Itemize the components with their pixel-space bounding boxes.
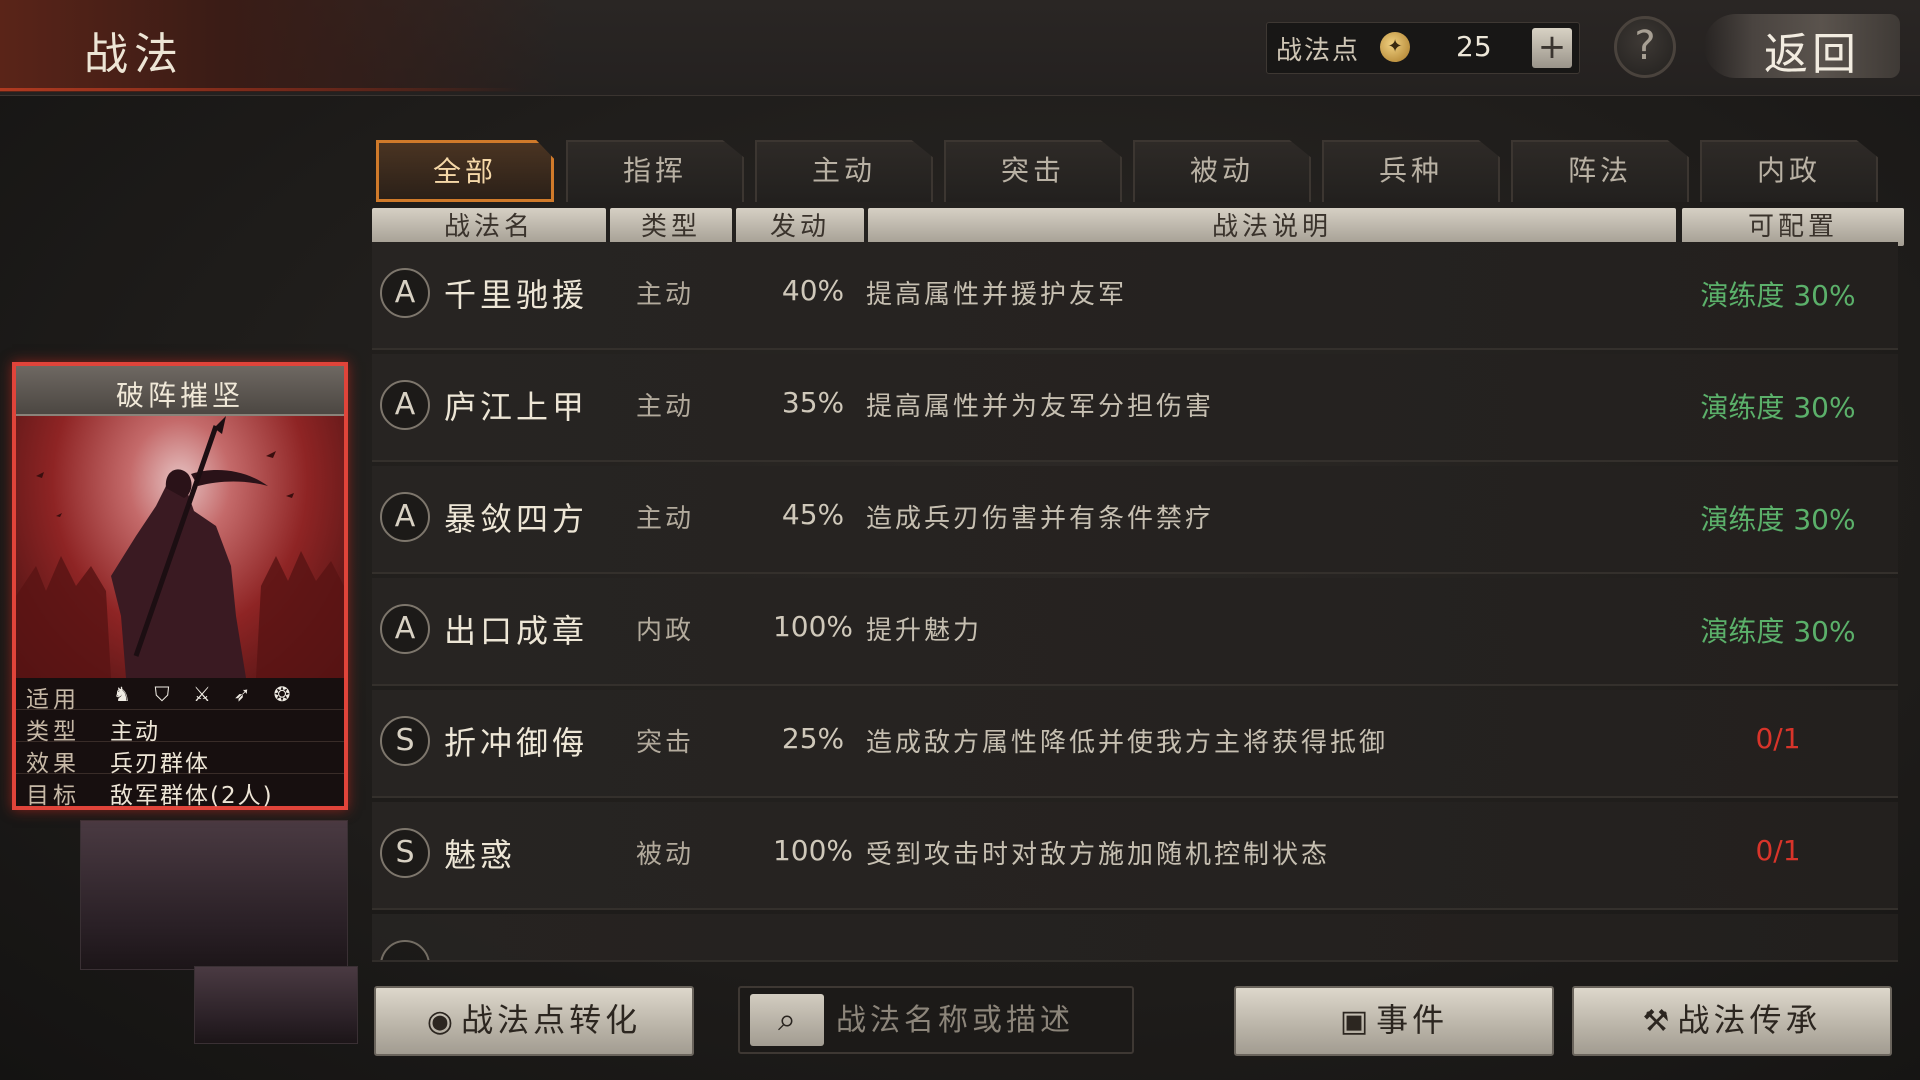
skill-rate: 25% bbox=[781, 722, 845, 755]
skill-row[interactable]: A 庐江上甲 主动 35% 提高属性并为友军分担伤害 演练度 30% bbox=[372, 354, 1898, 462]
events-icon: ▣ bbox=[1339, 1004, 1373, 1039]
skill-name: 千里驰援 bbox=[444, 276, 589, 314]
skill-rate: 100% bbox=[772, 834, 854, 867]
hammer-icon: ⚒ bbox=[1642, 1004, 1674, 1039]
target-row: 目标 敌军群体(2人) bbox=[16, 774, 344, 809]
type-label: 类型 bbox=[26, 719, 80, 745]
tab-troop[interactable]: 兵种 bbox=[1322, 140, 1500, 202]
grade-badge: A bbox=[380, 492, 430, 542]
tab-all[interactable]: 全部 bbox=[376, 140, 554, 202]
page-title: 战法 bbox=[84, 29, 184, 80]
skill-preview-card[interactable]: 破阵摧坚 适用 ♞ ⛉ ⚔ ➶ ❂ 类型 主动 效果 兵刃群体 目标 敌军群体(… bbox=[12, 362, 348, 810]
skill-row[interactable]: A 出口成章 内政 100% 提升魅力 演练度 30% bbox=[372, 578, 1898, 686]
skill-status: 演练度 30% bbox=[1700, 615, 1856, 648]
column-header-type[interactable]: 类型 bbox=[610, 208, 732, 246]
skill-type: 内政 bbox=[636, 616, 695, 646]
skill-row[interactable]: A 千里驰援 主动 40% 提高属性并援护友军 演练度 30% bbox=[372, 242, 1898, 350]
archer-icon: ➶ bbox=[233, 682, 251, 706]
events-label: 事件 bbox=[1376, 1001, 1449, 1039]
shield-icon: ⛉ bbox=[154, 682, 170, 706]
card-stack-back bbox=[80, 820, 348, 970]
skill-description: 提升魅力 bbox=[866, 616, 983, 646]
card-stack-back-2 bbox=[194, 966, 358, 1044]
grade-badge: A bbox=[380, 604, 430, 654]
skill-type: 主动 bbox=[636, 504, 695, 534]
skill-point-coin-icon: ◉ bbox=[426, 1004, 458, 1039]
tab-command[interactable]: 指挥 bbox=[566, 140, 744, 202]
skill-description: 造成敌方属性降低并使我方主将获得抵御 bbox=[866, 728, 1389, 758]
type-row: 类型 主动 bbox=[16, 710, 344, 745]
add-points-button[interactable]: + bbox=[1532, 28, 1572, 68]
target-value: 敌军群体(2人) bbox=[110, 783, 274, 809]
warrior-silhouette-image bbox=[16, 416, 344, 678]
inherit-skill-label: 战法传承 bbox=[1677, 1001, 1822, 1039]
siege-icon: ❂ bbox=[273, 682, 291, 706]
skill-row-partial[interactable] bbox=[372, 914, 1898, 962]
cavalry-icon: ♞ bbox=[113, 682, 131, 706]
skill-name: 暴敛四方 bbox=[444, 500, 589, 538]
skill-status: 0/1 bbox=[1755, 834, 1801, 867]
skill-row[interactable]: S 魅惑 被动 100% 受到攻击时对敌方施加随机控制状态 0/1 bbox=[372, 802, 1898, 910]
skill-rate: 40% bbox=[781, 274, 845, 307]
skill-rate: 35% bbox=[781, 386, 845, 419]
search-icon[interactable]: ⌕ bbox=[750, 994, 824, 1046]
column-header-configurable[interactable]: 可配置 bbox=[1682, 208, 1904, 246]
card-artwork bbox=[16, 416, 344, 678]
search-input[interactable] bbox=[836, 994, 1126, 1046]
convert-points-button[interactable]: ◉ 战法点转化 bbox=[374, 986, 694, 1056]
tab-passive[interactable]: 被动 bbox=[1133, 140, 1311, 202]
skill-name: 魅惑 bbox=[444, 836, 517, 874]
skill-points-label: 战法点 bbox=[1276, 36, 1361, 66]
skill-points-value: 25 bbox=[1456, 30, 1492, 63]
tab-assault[interactable]: 突击 bbox=[944, 140, 1122, 202]
applies-label: 适用 bbox=[26, 687, 80, 713]
column-header-name[interactable]: 战法名 bbox=[372, 208, 606, 246]
skill-type: 突击 bbox=[636, 728, 695, 758]
skill-type: 主动 bbox=[636, 280, 695, 310]
skill-row[interactable]: A 暴敛四方 主动 45% 造成兵刃伤害并有条件禁疗 演练度 30% bbox=[372, 466, 1898, 574]
help-button[interactable]: ? bbox=[1614, 16, 1676, 78]
skill-status: 演练度 30% bbox=[1700, 503, 1856, 536]
skill-type: 主动 bbox=[636, 392, 695, 422]
grade-badge: S bbox=[380, 716, 430, 766]
skill-point-coin-icon: ✦ bbox=[1380, 32, 1410, 62]
effect-value: 兵刃群体 bbox=[110, 751, 210, 777]
column-header-rate[interactable]: 发动 bbox=[736, 208, 864, 246]
card-info-panel: 适用 ♞ ⛉ ⚔ ➶ ❂ 类型 主动 效果 兵刃群体 目标 敌军群体(2人) bbox=[16, 678, 344, 809]
effect-row: 效果 兵刃群体 bbox=[16, 742, 344, 777]
skill-rate: 45% bbox=[781, 498, 845, 531]
card-title: 破阵摧坚 bbox=[115, 379, 244, 412]
applies-row: 适用 ♞ ⛉ ⚔ ➶ ❂ bbox=[16, 678, 344, 713]
grade-badge: A bbox=[380, 380, 430, 430]
skill-name: 庐江上甲 bbox=[444, 388, 589, 426]
skill-status: 演练度 30% bbox=[1700, 279, 1856, 312]
tab-formation[interactable]: 阵法 bbox=[1511, 140, 1689, 202]
skill-name: 出口成章 bbox=[444, 612, 589, 650]
skill-rate: 100% bbox=[772, 610, 854, 643]
grade-badge: A bbox=[380, 268, 430, 318]
skill-description: 造成兵刃伤害并有条件禁疗 bbox=[866, 504, 1215, 534]
grade-badge bbox=[380, 940, 430, 960]
effect-label: 效果 bbox=[26, 751, 80, 777]
crossed-swords-icon: ⚔ bbox=[193, 682, 211, 706]
skill-description: 提高属性并援护友军 bbox=[866, 280, 1128, 310]
target-label: 目标 bbox=[26, 783, 80, 809]
skill-description: 受到攻击时对敌方施加随机控制状态 bbox=[866, 840, 1331, 870]
back-button-label[interactable]: 返回 bbox=[1764, 18, 1860, 82]
skill-row[interactable]: S 折冲御侮 突击 25% 造成敌方属性降低并使我方主将获得抵御 0/1 bbox=[372, 690, 1898, 798]
type-value: 主动 bbox=[110, 719, 160, 745]
skill-status: 演练度 30% bbox=[1700, 391, 1856, 424]
skill-name: 折冲御侮 bbox=[444, 724, 589, 762]
tab-internal[interactable]: 内政 bbox=[1700, 140, 1878, 202]
tab-active[interactable]: 主动 bbox=[755, 140, 933, 202]
events-button[interactable]: ▣ 事件 bbox=[1234, 986, 1554, 1056]
skill-status: 0/1 bbox=[1755, 722, 1801, 755]
skill-type: 被动 bbox=[636, 840, 695, 870]
convert-points-label: 战法点转化 bbox=[461, 1001, 642, 1039]
inherit-skill-button[interactable]: ⚒ 战法传承 bbox=[1572, 986, 1892, 1056]
column-header-description: 战法说明 bbox=[868, 208, 1676, 246]
title-underline bbox=[0, 88, 520, 91]
grade-badge: S bbox=[380, 828, 430, 878]
skill-description: 提高属性并为友军分担伤害 bbox=[866, 392, 1215, 422]
